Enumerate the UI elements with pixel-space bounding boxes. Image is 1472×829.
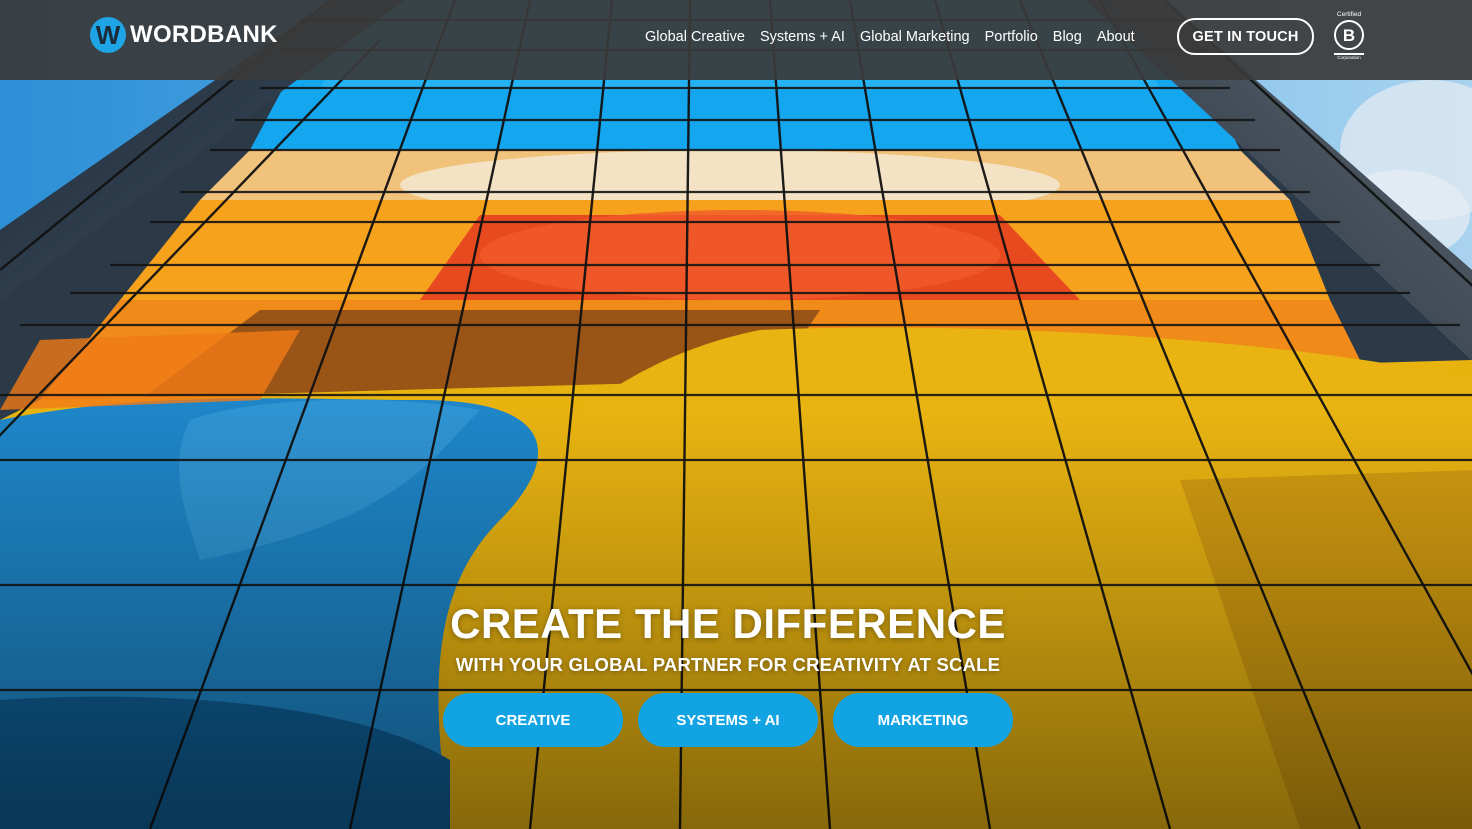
- systems-ai-button[interactable]: SYSTEMS + AI: [638, 693, 818, 747]
- nav-item-about[interactable]: About: [1097, 29, 1135, 45]
- b-corp-icon: B: [1334, 20, 1364, 50]
- nav-item-blog[interactable]: Blog: [1053, 29, 1082, 45]
- site-header: W WORDBANK Global Creative Systems + AI …: [0, 0, 1472, 80]
- b-corp-corporation-text: Corporation: [1337, 54, 1361, 60]
- logo-link[interactable]: W WORDBANK: [90, 17, 278, 53]
- nav-item-systems-ai[interactable]: Systems + AI: [760, 29, 845, 45]
- nav-item-portfolio[interactable]: Portfolio: [985, 29, 1038, 45]
- nav-item-global-creative[interactable]: Global Creative: [645, 29, 745, 45]
- b-corp-certified-text: Certified: [1336, 11, 1362, 18]
- page: W WORDBANK Global Creative Systems + AI …: [0, 0, 1472, 829]
- marketing-button[interactable]: MARKETING: [833, 693, 1013, 747]
- logo-text: WORDBANK: [130, 21, 278, 48]
- hero-button-group: CREATIVE SYSTEMS + AI MARKETING: [443, 693, 1028, 747]
- creative-button[interactable]: CREATIVE: [443, 693, 623, 747]
- logo-w-icon: W: [90, 17, 126, 53]
- b-corp-badge[interactable]: Certified B Corporation: [1332, 11, 1366, 61]
- get-in-touch-button[interactable]: GET IN TOUCH: [1177, 18, 1314, 55]
- hero-headline: CREATE THE DIFFERENCE: [450, 600, 1006, 647]
- main-nav: Global Creative Systems + AI Global Mark…: [645, 26, 1150, 48]
- hero-subheadline: WITH YOUR GLOBAL PARTNER FOR CREATIVITY …: [455, 654, 1001, 675]
- nav-item-global-marketing[interactable]: Global Marketing: [860, 29, 970, 45]
